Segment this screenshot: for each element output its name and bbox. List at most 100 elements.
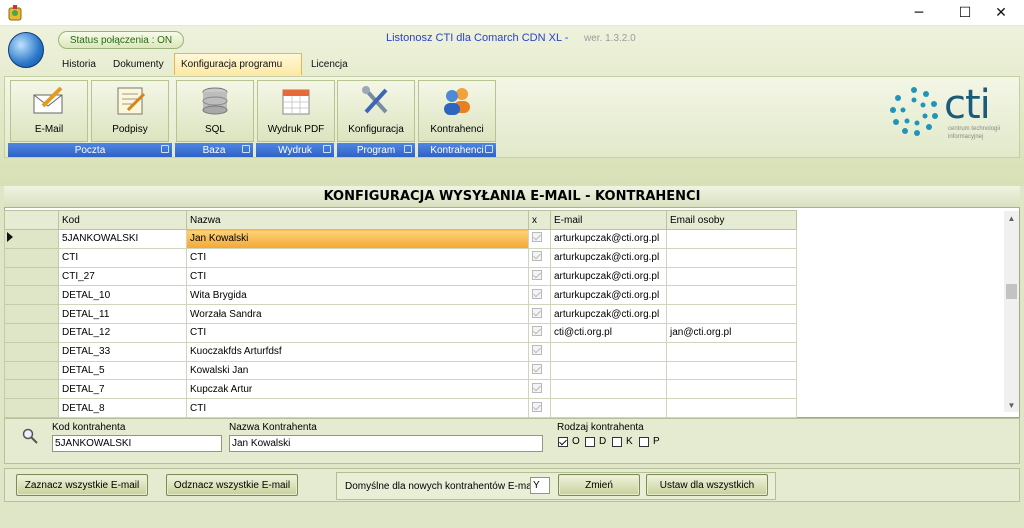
email-checkbox[interactable]	[532, 269, 542, 280]
close-button[interactable]: ✕	[978, 0, 1024, 26]
cell-kod[interactable]: CTI	[58, 247, 187, 268]
konfiguracja-button[interactable]: Konfiguracja	[337, 80, 415, 142]
cell-email[interactable]: arturkupczak@cti.org.pl	[550, 285, 667, 306]
zmien-button[interactable]: Zmień	[558, 474, 640, 496]
cell-email[interactable]: arturkupczak@cti.org.pl	[550, 247, 667, 268]
tab-konfiguracja[interactable]: Konfiguracja programu	[174, 53, 302, 75]
expand-icon[interactable]	[323, 145, 331, 153]
ustaw-dla-wszystkich-button[interactable]: Ustaw dla wszystkich	[646, 474, 768, 496]
email-checkbox[interactable]	[532, 232, 542, 243]
email-checkbox[interactable]	[532, 363, 542, 374]
email-checkbox[interactable]	[532, 251, 542, 262]
type-k-checkbox[interactable]	[612, 437, 622, 447]
column-email[interactable]: E-mail	[550, 210, 667, 230]
cell-nazwa[interactable]: Wita Brygida	[186, 285, 529, 306]
table-row[interactable]: DETAL_8 CTI	[4, 398, 797, 418]
row-header[interactable]	[4, 360, 59, 381]
email-checkbox[interactable]	[532, 345, 542, 356]
tab-dokumenty[interactable]: Dokumenty	[107, 53, 170, 75]
column-email-osoby[interactable]: Email osoby	[666, 210, 797, 230]
scroll-down-icon[interactable]: ▼	[1004, 398, 1019, 412]
cell-nazwa[interactable]: Worzała Sandra	[186, 304, 529, 324]
email-checkbox[interactable]	[532, 382, 542, 393]
table-row[interactable]: CTI CTI arturkupczak@cti.org.pl	[4, 247, 797, 268]
cell-x[interactable]	[528, 360, 551, 381]
expand-icon[interactable]	[485, 145, 493, 153]
cell-kod[interactable]: DETAL_11	[58, 304, 187, 324]
grid-scrollbar[interactable]	[1004, 211, 1019, 412]
email-checkbox[interactable]	[532, 307, 542, 318]
cell-x[interactable]	[528, 285, 551, 306]
cell-email-osoby[interactable]	[666, 247, 797, 268]
cell-email-osoby[interactable]	[666, 229, 797, 249]
cell-x[interactable]	[528, 266, 551, 287]
cell-kod[interactable]: DETAL_8	[58, 398, 187, 418]
email-checkbox[interactable]	[532, 326, 542, 337]
cell-x[interactable]	[528, 379, 551, 400]
type-o-checkbox[interactable]	[558, 437, 568, 447]
cell-email-osoby[interactable]	[666, 398, 797, 418]
email-checkbox[interactable]	[532, 401, 542, 412]
deselect-all-button[interactable]: Odznacz wszystkie E-mail	[166, 474, 298, 496]
expand-icon[interactable]	[404, 145, 412, 153]
row-header[interactable]	[4, 341, 59, 362]
table-row[interactable]: 5JANKOWALSKI Jan Kowalski arturkupczak@cti…	[4, 229, 797, 249]
scrollbar-thumb[interactable]	[1006, 284, 1017, 299]
type-d-checkbox[interactable]	[585, 437, 595, 447]
minimize-button[interactable]: ─	[896, 0, 942, 26]
cell-email-osoby[interactable]	[666, 304, 797, 324]
podpisy-button[interactable]: Podpisy	[91, 80, 169, 142]
cell-x[interactable]	[528, 398, 551, 418]
cell-x[interactable]	[528, 247, 551, 268]
table-row[interactable]: DETAL_10 Wita Brygida arturkupczak@cti.org…	[4, 285, 797, 306]
cell-nazwa[interactable]: Kowalski Jan	[186, 360, 529, 381]
cell-email[interactable]: arturkupczak@cti.org.pl	[550, 266, 667, 287]
cell-nazwa[interactable]: Kupczak Artur	[186, 379, 529, 400]
row-header[interactable]	[4, 398, 59, 418]
expand-icon[interactable]	[161, 145, 169, 153]
tab-licencja[interactable]: Licencja	[305, 53, 354, 75]
table-row[interactable]: DETAL_12 CTI cti@cti.org.pl jan@cti.org.pl	[4, 322, 797, 343]
cell-kod[interactable]: 5JANKOWALSKI	[58, 229, 187, 249]
column-kod[interactable]: Kod	[58, 210, 187, 230]
table-row[interactable]: CTI_27 CTI arturkupczak@cti.org.pl	[4, 266, 797, 287]
globe-icon[interactable]	[8, 32, 44, 68]
cell-nazwa[interactable]: Kuoczakfds Arturfdsf	[186, 341, 529, 362]
row-header[interactable]	[4, 379, 59, 400]
cell-email-osoby[interactable]	[666, 360, 797, 381]
row-header[interactable]	[4, 247, 59, 268]
cell-kod[interactable]: DETAL_33	[58, 341, 187, 362]
sql-button[interactable]: SQL	[176, 80, 254, 142]
cell-email[interactable]	[550, 379, 667, 400]
cell-email[interactable]	[550, 398, 667, 418]
cell-email-osoby[interactable]	[666, 266, 797, 287]
cell-email[interactable]: cti@cti.org.pl	[550, 322, 667, 343]
row-header[interactable]	[4, 285, 59, 306]
table-row[interactable]: DETAL_33 Kuoczakfds Arturfdsf	[4, 341, 797, 362]
cell-nazwa[interactable]: CTI	[186, 398, 529, 418]
select-all-button[interactable]: Zaznacz wszystkie E-mail	[16, 474, 148, 496]
row-header[interactable]	[4, 322, 59, 343]
type-p-checkbox[interactable]	[639, 437, 649, 447]
cell-x[interactable]	[528, 341, 551, 362]
expand-icon[interactable]	[242, 145, 250, 153]
cell-email-osoby[interactable]	[666, 379, 797, 400]
cell-kod[interactable]: CTI_27	[58, 266, 187, 287]
cell-email-osoby[interactable]	[666, 341, 797, 362]
default-value-input[interactable]: Y	[530, 477, 550, 494]
kod-kontrahenta-input[interactable]: 5JANKOWALSKI	[52, 435, 222, 452]
cell-x[interactable]	[528, 304, 551, 324]
tab-historia[interactable]: Historia	[56, 53, 102, 75]
search-icon[interactable]	[22, 428, 38, 444]
cell-kod[interactable]: DETAL_12	[58, 322, 187, 343]
cell-nazwa[interactable]: CTI	[186, 266, 529, 287]
cell-x[interactable]	[528, 322, 551, 343]
nazwa-kontrahenta-input[interactable]: Jan Kowalski	[229, 435, 543, 452]
cell-email-osoby[interactable]: jan@cti.org.pl	[666, 322, 797, 343]
email-checkbox[interactable]	[532, 288, 542, 299]
wydruk-pdf-button[interactable]: Wydruk PDF	[257, 80, 335, 142]
kontrahenci-button[interactable]: Kontrahenci	[418, 80, 496, 142]
cell-email-osoby[interactable]	[666, 285, 797, 306]
cell-nazwa[interactable]: CTI	[186, 247, 529, 268]
table-row[interactable]: DETAL_7 Kupczak Artur	[4, 379, 797, 400]
